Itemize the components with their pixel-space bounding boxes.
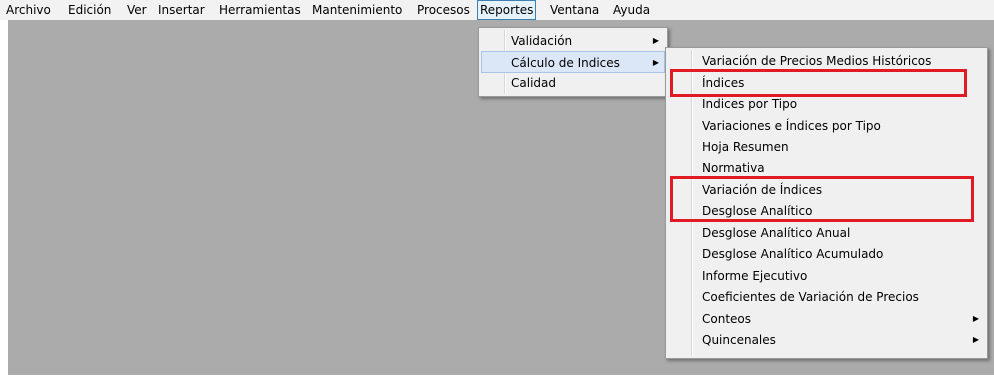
menu-item-label: Variaciones e Índices por Tipo (702, 119, 881, 133)
menu-ver[interactable]: Ver (125, 0, 149, 20)
highlight-box-variacion-desglose (670, 176, 974, 222)
menu-item-desglose-analitico-acumulado[interactable]: Desglose Analítico Acumulado (668, 243, 985, 265)
triangle-right-icon: ▶ (972, 314, 979, 323)
menu-procesos[interactable]: Procesos (415, 0, 472, 20)
highlight-box-indices (670, 69, 967, 97)
triangle-right-icon: ▶ (972, 335, 979, 344)
menu-item-quincenales[interactable]: Quincenales ▶ (668, 329, 985, 351)
triangle-right-icon: ▶ (652, 36, 659, 45)
menu-item-label: Cálculo de Indices (511, 56, 620, 70)
menu-item-coeficientes-variacion[interactable]: Coeficientes de Variación de Precios (668, 286, 985, 308)
menu-item-desglose-analitico-anual[interactable]: Desglose Analítico Anual (668, 222, 985, 244)
menu-reportes[interactable]: Reportes (477, 0, 537, 20)
menu-ventana[interactable]: Ventana (548, 0, 601, 20)
menu-item-label: Informe Ejecutivo (702, 269, 808, 283)
menu-item-calidad[interactable]: Calidad (481, 72, 665, 94)
menu-insertar[interactable]: Insertar (156, 0, 207, 20)
menu-item-calculo-indices[interactable]: Cálculo de Indices ▶ (481, 51, 665, 73)
menu-item-label: Calidad (511, 76, 556, 90)
menu-item-informe-ejecutivo[interactable]: Informe Ejecutivo (668, 265, 985, 287)
reportes-dropdown: Validación ▶ Cálculo de Indices ▶ Calida… (478, 27, 668, 97)
menu-item-label: Validación (511, 34, 573, 48)
menu-item-hoja-resumen[interactable]: Hoja Resumen (668, 136, 985, 158)
menu-item-label: Desglose Analítico Anual (702, 226, 851, 240)
menu-item-label: Quincenales (702, 333, 776, 347)
menu-item-label: Desglose Analítico Acumulado (702, 247, 884, 261)
menu-item-label: Hoja Resumen (702, 140, 789, 154)
menu-bar: Archivo Edición Ver Insertar Herramienta… (0, 0, 994, 20)
menu-ayuda[interactable]: Ayuda (611, 0, 652, 20)
menu-item-label: Coeficientes de Variación de Precios (702, 290, 919, 304)
menu-item-variaciones-indices-tipo[interactable]: Variaciones e Índices por Tipo (668, 115, 985, 137)
menu-item-conteos[interactable]: Conteos ▶ (668, 308, 985, 330)
menu-edicion[interactable]: Edición (66, 0, 113, 20)
menu-item-validacion[interactable]: Validación ▶ (481, 30, 665, 52)
menu-archivo[interactable]: Archivo (4, 0, 53, 20)
menu-herramientas[interactable]: Herramientas (217, 0, 303, 20)
menu-item-label: Conteos (702, 312, 752, 326)
triangle-right-icon: ▶ (652, 58, 659, 67)
menu-mantenimiento[interactable]: Mantenimiento (310, 0, 404, 20)
